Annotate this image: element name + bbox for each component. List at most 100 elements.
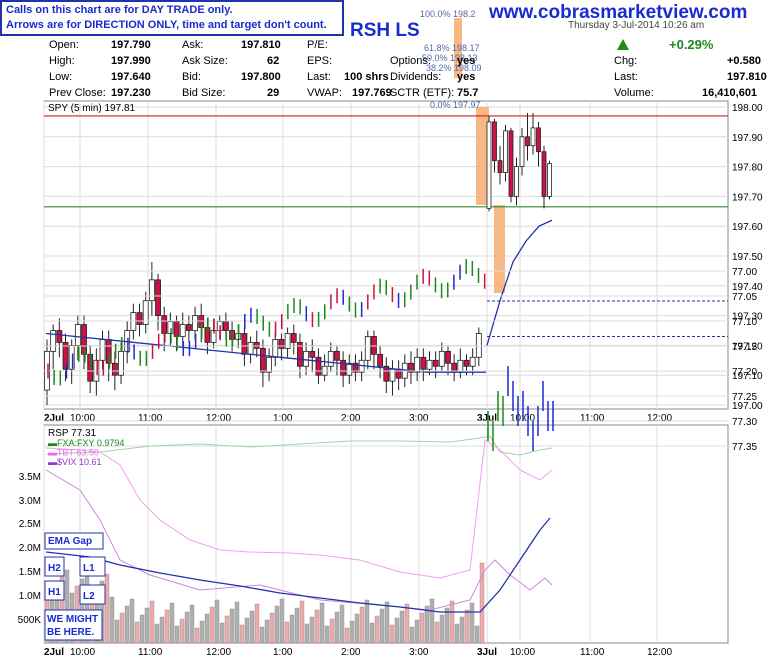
volume-bar — [454, 623, 460, 644]
candle-body — [155, 279, 161, 316]
volume-bar — [224, 615, 230, 644]
candle-body — [148, 279, 155, 302]
annotation-text: H2 — [48, 563, 61, 574]
volume-bar — [389, 624, 395, 644]
volume-bar — [109, 596, 115, 644]
dividends-value: yes — [457, 71, 476, 83]
price-y-tick-label: 197.60 — [732, 222, 763, 233]
high-value: 197.990 — [111, 55, 151, 67]
candle-body — [377, 353, 384, 367]
candle-body — [414, 356, 421, 373]
candle-body — [334, 350, 340, 361]
price-y-tick-label: 197.50 — [732, 252, 763, 263]
symbol-label: RSH LS — [350, 20, 420, 41]
volume-bar — [349, 620, 355, 644]
pe-label: P/E: — [307, 39, 328, 51]
chg-value: +0.580 — [727, 55, 761, 67]
volume-bar — [324, 625, 330, 644]
candle-body — [173, 321, 180, 337]
volume-bar — [129, 598, 135, 644]
candle-body — [364, 336, 371, 361]
price-x-tick-label: 11:00 — [138, 413, 163, 424]
indicator-x-tick-label: 11:00 — [580, 647, 605, 658]
vwap-value: 197.769 — [352, 87, 392, 99]
volume-bar — [154, 623, 160, 644]
volume-bar — [394, 617, 400, 644]
volume-bar — [294, 607, 300, 644]
bid-label: Bid: — [182, 71, 201, 83]
volume-bar — [319, 602, 325, 644]
price-x-tick-label: 10:00 — [70, 413, 95, 424]
indicator-series-label: ▬FXA:FXY 0.9794 — [48, 438, 124, 448]
candle-body — [315, 356, 322, 376]
candle-body — [74, 324, 81, 346]
volume-bar — [414, 619, 420, 644]
ask-label: Ask: — [182, 39, 204, 51]
indicator-left-tick-label: 1.5M — [19, 567, 41, 578]
fib-level-label: 100.0% 198.2 — [420, 9, 476, 19]
fib-bar-low — [494, 205, 505, 293]
volume-bar — [119, 612, 125, 644]
sctr-label: SCTR (ETF): — [390, 87, 455, 99]
volume-bar — [234, 601, 240, 644]
volume-bar — [459, 616, 465, 644]
options-label: Options: — [390, 55, 431, 67]
volume-bar — [444, 607, 450, 644]
volume-bar — [364, 599, 370, 644]
prev-close-label: Prev Close: — [49, 87, 106, 99]
candle-body — [340, 359, 347, 376]
price-x-tick-label: 11:00 — [580, 413, 605, 424]
volume-bar — [369, 622, 375, 644]
indicator-x-tick-label: 12:00 — [206, 647, 231, 658]
candle-body — [503, 130, 508, 173]
fib-level-label: 0.0% 197.97 — [430, 100, 481, 110]
price-x-tick-label: 12:00 — [206, 413, 231, 424]
volume-bar — [374, 615, 380, 644]
volume-bar — [329, 618, 335, 644]
vwap-label: VWAP: — [307, 87, 343, 99]
volume-bar — [339, 604, 345, 644]
candle-body — [105, 339, 112, 364]
chg-label: Chg: — [614, 55, 638, 67]
volume-bar — [299, 600, 305, 644]
candle-body — [547, 163, 552, 197]
candle-body — [530, 127, 536, 147]
volume-bar — [469, 602, 475, 644]
candle-body — [87, 353, 94, 382]
volume-bar — [179, 618, 185, 644]
candle-body — [486, 121, 492, 209]
candle-body — [290, 333, 297, 343]
bid-size-value: 29 — [267, 87, 280, 99]
volume-bar — [194, 627, 200, 644]
notice-line-2: Arrows are for DIRECTION ONLY, time and … — [6, 19, 327, 31]
candle-body — [68, 344, 75, 370]
volume-bar — [244, 617, 250, 644]
notice-line-1: Calls on this chart are for DAY TRADE on… — [6, 4, 233, 16]
volume-bar — [304, 623, 310, 644]
price-y-tick-label: 197.90 — [732, 133, 763, 144]
volume-bar — [209, 606, 215, 644]
candle-body — [420, 356, 427, 370]
volume-bar — [474, 625, 480, 644]
volume-bar — [169, 602, 175, 644]
volume-bar — [249, 610, 255, 644]
volume-bar — [429, 598, 435, 644]
indicator-series-label: ▬TBT 63.50 — [48, 448, 99, 458]
volume-bar — [114, 619, 120, 644]
indicator-x-tick-label: 11:00 — [138, 647, 163, 658]
indicator-right-tick-label: 77.35 — [732, 442, 757, 453]
volume-label: Volume: — [614, 87, 654, 99]
bid-size-label: Bid Size: — [182, 87, 226, 99]
volume-bar — [464, 609, 470, 644]
volume-bar — [384, 601, 390, 644]
candle-body — [260, 347, 266, 373]
volume-bar — [174, 625, 180, 644]
candle-body — [519, 136, 525, 168]
indicator-right-tick-label: 77.00 — [732, 267, 757, 278]
candle-body — [371, 336, 377, 355]
volume-bar — [409, 626, 415, 644]
indicator-x-tick-label: 12:00 — [647, 647, 672, 658]
last2-label: Last: — [614, 71, 638, 83]
volume-bar — [284, 621, 290, 644]
open-value: 197.790 — [111, 39, 151, 51]
